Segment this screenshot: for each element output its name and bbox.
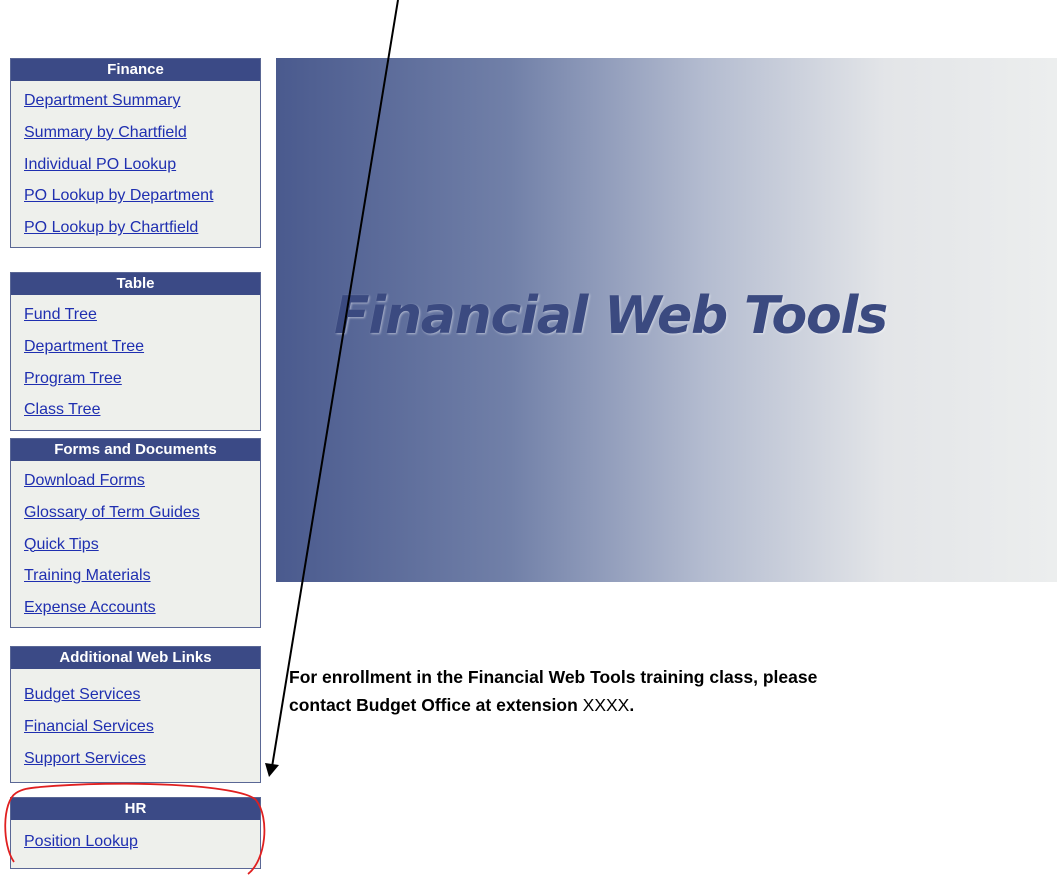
annotation-arrow-head bbox=[265, 763, 279, 777]
link-expense-accounts[interactable]: Expense Accounts bbox=[11, 592, 260, 624]
link-training-materials[interactable]: Training Materials bbox=[11, 560, 260, 592]
table-panel: Table Fund Tree Department Tree Program … bbox=[10, 272, 261, 431]
link-download-forms[interactable]: Download Forms bbox=[11, 465, 260, 497]
link-individual-po-lookup[interactable]: Individual PO Lookup bbox=[11, 149, 260, 181]
link-support-services[interactable]: Support Services bbox=[11, 743, 260, 775]
link-department-tree[interactable]: Department Tree bbox=[11, 331, 260, 363]
additional-web-links-panel: Additional Web Links Budget Services Fin… bbox=[10, 646, 261, 783]
link-program-tree[interactable]: Program Tree bbox=[11, 363, 260, 395]
enrollment-notice: For enrollment in the Financial Web Tool… bbox=[289, 663, 1009, 719]
notice-line-2-prefix: contact Budget Office at extension bbox=[289, 695, 583, 715]
notice-line-1: For enrollment in the Financial Web Tool… bbox=[289, 667, 818, 687]
link-budget-services[interactable]: Budget Services bbox=[11, 679, 260, 711]
finance-panel: Finance Department Summary Summary by Ch… bbox=[10, 58, 261, 248]
link-po-lookup-by-department[interactable]: PO Lookup by Department bbox=[11, 180, 260, 212]
additional-web-links-header: Additional Web Links bbox=[11, 647, 260, 669]
link-summary-by-chartfield[interactable]: Summary by Chartfield bbox=[11, 117, 260, 149]
link-glossary-of-term-guides[interactable]: Glossary of Term Guides bbox=[11, 497, 260, 529]
table-header: Table bbox=[11, 273, 260, 295]
link-po-lookup-by-chartfield[interactable]: PO Lookup by Chartfield bbox=[11, 212, 260, 244]
banner-title: Financial Web Tools bbox=[334, 286, 888, 346]
hr-header: HR bbox=[11, 798, 260, 820]
forms-documents-header: Forms and Documents bbox=[11, 439, 260, 461]
link-fund-tree[interactable]: Fund Tree bbox=[11, 299, 260, 331]
link-position-lookup[interactable]: Position Lookup bbox=[11, 826, 260, 858]
notice-line-2-suffix: . bbox=[629, 695, 635, 715]
banner: Financial Web Tools bbox=[276, 58, 1057, 582]
link-department-summary[interactable]: Department Summary bbox=[11, 85, 260, 117]
notice-extension: XXXX bbox=[582, 695, 630, 715]
finance-header: Finance bbox=[11, 59, 260, 81]
link-financial-services[interactable]: Financial Services bbox=[11, 711, 260, 743]
link-quick-tips[interactable]: Quick Tips bbox=[11, 529, 260, 561]
hr-panel: HR Position Lookup bbox=[10, 797, 261, 869]
forms-documents-panel: Forms and Documents Download Forms Gloss… bbox=[10, 438, 261, 628]
link-class-tree[interactable]: Class Tree bbox=[11, 394, 260, 426]
notice-line-2: contact Budget Office at extension XXXX. bbox=[289, 691, 1009, 719]
